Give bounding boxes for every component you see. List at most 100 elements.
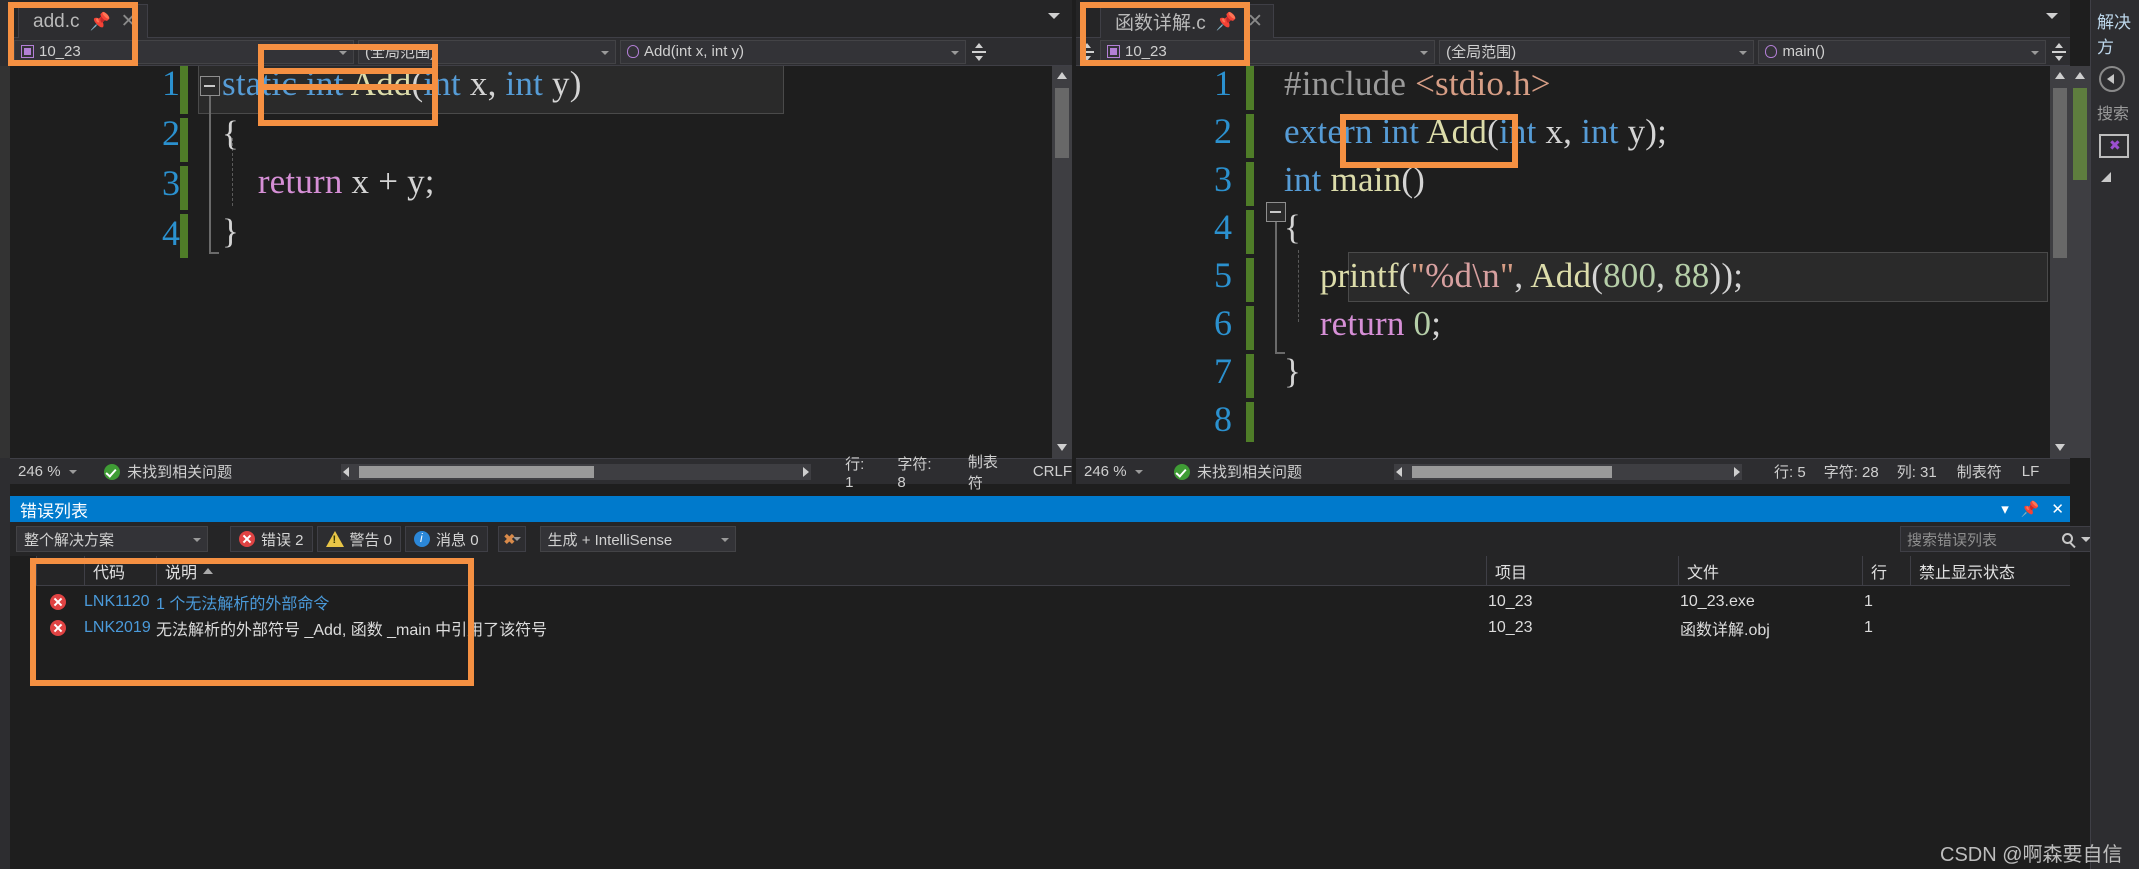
cell-code[interactable]: LNK2019 [84, 619, 156, 637]
col-header-line[interactable]: 行 [1862, 556, 1910, 586]
col-header-icon[interactable] [36, 556, 84, 586]
right-nav-bar: 10_23 (全局范围) main() [1076, 38, 2070, 66]
warning-icon [325, 531, 344, 547]
line-number: 6 [1214, 303, 1232, 343]
chevron-down-icon [951, 50, 959, 55]
fold-toggle-icon[interactable] [1266, 202, 1286, 222]
scroll-left-icon[interactable] [343, 466, 350, 477]
nav-scope-combo[interactable]: (全局范围) [358, 39, 616, 64]
right-editor-vscrollbar[interactable] [2050, 66, 2070, 458]
change-bar [180, 166, 188, 210]
chevron-down-icon[interactable]: ▾ [2001, 500, 2009, 518]
scroll-thumb[interactable] [2053, 88, 2067, 258]
scroll-down-button[interactable] [1052, 438, 1072, 458]
chevron-down-icon[interactable] [2046, 13, 2058, 19]
scroll-thumb[interactable] [2073, 88, 2087, 180]
hscroll-thumb[interactable] [1412, 465, 1612, 478]
nav-project-combo[interactable]: 10_23 [1100, 39, 1436, 64]
eol-indicator[interactable]: CRLF [1033, 463, 1072, 480]
zoom-level-label: 246 % [18, 463, 61, 480]
check-circle-icon [1174, 463, 1190, 480]
line-number: 2 [162, 113, 180, 153]
change-bar [1246, 114, 1254, 158]
scroll-up-button[interactable] [2050, 66, 2070, 86]
close-icon[interactable]: ✕ [121, 12, 137, 31]
errors-toggle-button[interactable]: 错误 2 [230, 526, 313, 552]
chevron-down-icon [193, 538, 201, 542]
tabs-indicator[interactable]: 制表符 [1957, 461, 2002, 482]
tab-add-c[interactable]: add.c 📌 ✕ [18, 4, 148, 38]
solution-explorer-dock[interactable]: 解决方 搜索 [2090, 0, 2139, 869]
back-arrow-icon[interactable] [2099, 66, 2125, 92]
line-number: 5 [1214, 255, 1232, 295]
nav-scope-combo[interactable]: (全局范围) [1439, 39, 1755, 64]
build-source-combo[interactable]: 生成 + IntelliSense [539, 526, 736, 552]
hscroll-thumb[interactable] [359, 465, 595, 478]
chevron-down-icon [1739, 50, 1748, 55]
cell-code[interactable]: LNK1120 [84, 593, 156, 611]
left-editor-vscrollbar[interactable] [1052, 66, 1072, 458]
error-list-toolbar: 整个解决方案 错误 2 警告 0 消息 0 ✖ 生成 + IntelliSens… [10, 522, 2070, 556]
scroll-up-button[interactable] [2070, 66, 2090, 86]
scroll-up-button[interactable] [1052, 66, 1072, 86]
scroll-right-icon[interactable] [1734, 466, 1740, 477]
eol-indicator[interactable]: LF [2022, 463, 2040, 480]
right-code-editor[interactable]: 1 2 3 4 5 6 7 8 #include <stdio.h> exter… [1076, 66, 2070, 458]
solution-search-label[interactable]: 搜索 [2091, 92, 2139, 124]
zoom-level-combo[interactable]: 246 % [10, 463, 98, 480]
left-editor-hscrollbar[interactable] [341, 463, 812, 480]
fold-toggle-icon[interactable] [200, 76, 220, 96]
error-list-title-bar[interactable]: 错误列表 ▾ 📌 ✕ [10, 496, 2070, 522]
warnings-toggle-button[interactable]: 警告 0 [316, 526, 402, 552]
change-bar [1246, 402, 1254, 442]
scroll-left-icon[interactable] [1396, 466, 1402, 477]
close-icon[interactable]: ✕ [2051, 500, 2064, 518]
close-icon[interactable]: ✕ [1247, 12, 1263, 31]
search-icon[interactable] [2062, 533, 2073, 544]
scope-filter-label: 整个解决方案 [24, 531, 115, 549]
col-header-project[interactable]: 项目 [1486, 556, 1678, 586]
left-outer-rail[interactable] [0, 66, 10, 458]
expander-icon[interactable] [2101, 172, 2111, 182]
scroll-down-button[interactable] [2050, 438, 2070, 458]
issues-label: 未找到相关问题 [1197, 464, 1303, 481]
col-header-code[interactable]: 代码 [84, 556, 156, 586]
split-view-icon[interactable] [1076, 39, 1098, 64]
col-header-suppression[interactable]: 禁止显示状态 [1910, 556, 2070, 586]
line-number: 4 [162, 213, 180, 253]
table-row[interactable]: LNK2019 无法解析的外部符号 _Add, 函数 _main 中引用了该符号… [36, 614, 2070, 642]
line-number: 7 [1214, 351, 1232, 391]
scroll-thumb[interactable] [1055, 88, 1069, 158]
outer-vscrollbar[interactable] [2070, 66, 2090, 458]
col-header-description[interactable]: 说明 [156, 556, 240, 586]
pin-icon[interactable]: 📌 [2021, 500, 2040, 518]
scope-filter-combo[interactable]: 整个解决方案 [16, 526, 208, 552]
nav-member-combo[interactable]: Add(int x, int y) [620, 39, 966, 64]
split-view-icon-2[interactable] [2048, 39, 2070, 64]
left-code-editor[interactable]: 1 2 3 4 static int Add(int x, int y) { r… [10, 66, 1072, 458]
right-editor-hscrollbar[interactable] [1394, 463, 1742, 480]
block-bracket-foot [209, 252, 219, 254]
tabs-indicator[interactable]: 制表符 [968, 451, 1011, 493]
nav-project-combo[interactable]: 10_23 [14, 39, 354, 64]
project-icon [21, 45, 34, 58]
issues-status[interactable]: 未找到相关问题 [104, 461, 333, 482]
change-bar [1246, 162, 1254, 206]
pin-icon[interactable]: 📌 [1216, 13, 1237, 30]
code-line-2: { [222, 114, 239, 153]
zoom-level-combo[interactable]: 246 % [1076, 463, 1168, 480]
project-icon [1107, 45, 1120, 58]
issues-status[interactable]: 未找到相关问题 [1174, 461, 1384, 482]
scroll-right-icon[interactable] [803, 466, 810, 477]
clear-filter-icon[interactable]: ✖ [497, 526, 526, 552]
tab-function-explain-c[interactable]: 函数详解.c 📌 ✕ [1100, 4, 1274, 38]
nav-member-combo[interactable]: main() [1758, 39, 2046, 64]
chevron-down-icon [601, 50, 609, 55]
split-view-icon[interactable] [968, 39, 990, 64]
chevron-down-icon[interactable] [1048, 13, 1060, 19]
col-header-file[interactable]: 文件 [1678, 556, 1862, 586]
table-row[interactable]: LNK1120 1 个无法解析的外部命令 10_23 10_23.exe 1 [36, 588, 2070, 616]
search-error-list-input[interactable]: 搜索错误列表 [1900, 526, 2100, 552]
messages-toggle-button[interactable]: 消息 0 [405, 526, 488, 552]
pin-icon[interactable]: 📌 [89, 13, 110, 30]
